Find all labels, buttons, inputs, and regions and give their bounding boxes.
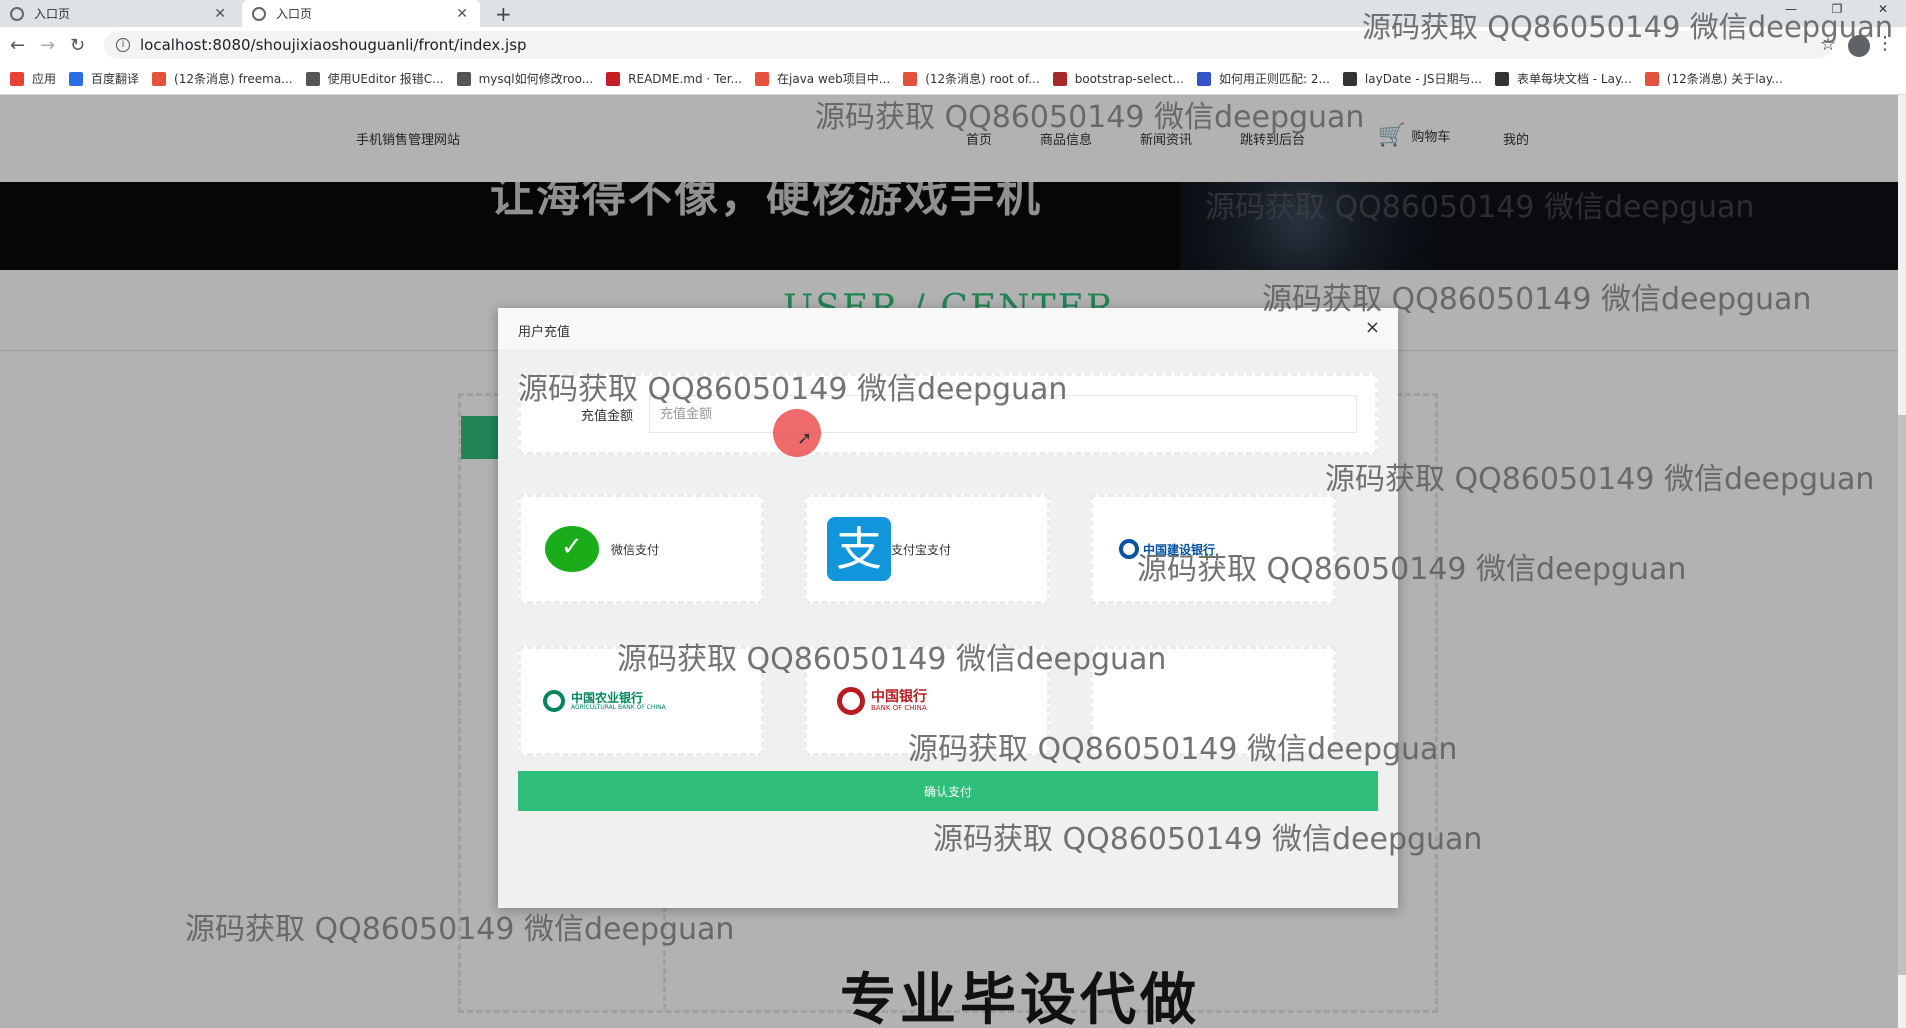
bookmark-favicon-icon (456, 71, 471, 86)
bookmark-item[interactable]: 使用UEditor 报错C... (305, 70, 444, 87)
boc-mark-icon (837, 687, 865, 715)
bookmark-favicon-icon (755, 71, 769, 86)
globe-icon (252, 6, 266, 21)
confirm-pay-button[interactable]: 确认支付 (518, 771, 1378, 811)
watermark: 源码获取 QQ86050149 微信deepguan (815, 100, 1365, 135)
bookmark-favicon-icon (10, 71, 24, 86)
bookmark-label: 如何用正则匹配: 2... (1218, 72, 1330, 86)
scrollbar[interactable] (1898, 95, 1906, 1028)
bookmark-label: layDate - JS日期与... (1364, 72, 1482, 86)
abc-logo-subtext: AGRICULTURAL BANK OF CHINA (571, 703, 666, 711)
watermark: 源码获取 QQ86050149 微信deepguan (908, 732, 1458, 767)
bookmark-item[interactable]: bootstrap-select... (1052, 71, 1184, 86)
boc-logo-text: 中国银行 (871, 689, 927, 705)
watermark: 源码获取 QQ86050149 微信deepguan (518, 372, 1068, 407)
watermark: 源码获取 QQ86050149 微信deepguan (1137, 552, 1687, 587)
bookmark-item[interactable]: README.md · Ter... (606, 71, 742, 86)
bookmark-label: (12条消息) freema... (174, 72, 293, 86)
bookmark-label: 在java web项目中... (777, 72, 891, 86)
new-tab-button[interactable]: + (495, 2, 512, 26)
bookmark-label: mysql如何修改roo... (478, 72, 594, 86)
bookmark-favicon-icon (606, 71, 621, 86)
bookmark-label: (12条消息) 关于lay... (1666, 72, 1783, 86)
watermark: 源码获取 QQ86050149 微信deepguan (185, 912, 735, 947)
bookmark-item[interactable]: (12条消息) 关于lay... (1644, 70, 1783, 87)
bookmark-item[interactable]: (12条消息) root of... (903, 70, 1040, 87)
boc-logo: 中国银行 BANK OF CHINA (837, 687, 927, 715)
bookmark-label: 使用UEditor 报错C... (327, 72, 444, 86)
reload-icon[interactable]: ↻ (70, 35, 85, 56)
bookmark-label: 应用 (32, 72, 57, 86)
url-text: localhost:8080/shoujixiaoshouguanli/fron… (140, 36, 527, 54)
bookmark-favicon-icon (152, 71, 167, 86)
info-icon[interactable]: i (116, 38, 130, 52)
bookmarks-bar: 应用 百度翻译 (12条消息) freema... 使用UEditor 报错C... m… (0, 63, 1906, 95)
bookmark-favicon-icon (1342, 71, 1357, 86)
bookmark-item[interactable]: 百度翻译 (69, 70, 139, 87)
tab-label: 入口页 (276, 7, 313, 21)
abc-mark-icon (543, 690, 565, 712)
bookmark-favicon-icon (305, 71, 320, 86)
promo-caption: 专业毕设代做 (840, 968, 1200, 1028)
alipay-icon: 支 (827, 517, 891, 581)
bookmark-item[interactable]: (12条消息) freema... (152, 70, 293, 87)
bookmark-favicon-icon (1052, 71, 1067, 86)
bookmark-item[interactable]: mysql如何修改roo... (456, 70, 594, 87)
bookmark-label: README.md · Ter... (628, 71, 742, 86)
watermark: 源码获取 QQ86050149 微信deepguan (617, 642, 1167, 677)
globe-icon (10, 6, 24, 21)
bookmark-item[interactable]: 在java web项目中... (755, 70, 890, 87)
ccb-mark-icon (1119, 539, 1139, 559)
wechat-pay-icon (545, 526, 599, 572)
watermark: 源码获取 QQ86050149 微信deepguan (1362, 10, 1894, 44)
cursor-icon: ➚ (797, 428, 813, 449)
pay-option-label: 微信支付 (611, 542, 660, 557)
browser-tab-active[interactable]: 入口页 ✕ (242, 0, 480, 27)
pay-option-alipay[interactable]: 支 支付宝支付 (804, 494, 1050, 604)
bookmark-label: bootstrap-select... (1074, 71, 1184, 86)
abc-logo: 中国农业银行 AGRICULTURAL BANK OF CHINA (543, 690, 666, 712)
tab-label: 入口页 (34, 7, 71, 21)
pay-option-label: 支付宝支付 (891, 542, 952, 557)
bookmark-favicon-icon (69, 71, 84, 86)
browser-tab[interactable]: 入口页 ✕ (0, 0, 238, 27)
bookmark-favicon-icon (1494, 71, 1509, 86)
close-icon[interactable]: ✕ (214, 6, 226, 22)
abc-logo-text: 中国农业银行 (571, 690, 644, 705)
dialog-title: 用户充值 (518, 325, 571, 340)
bookmark-favicon-icon (903, 71, 918, 86)
bookmark-item[interactable]: 应用 (10, 70, 56, 87)
pay-option-wechat[interactable]: 微信支付 (518, 494, 764, 604)
bookmark-label: 表单每块文档 - Lay... (1516, 72, 1632, 86)
watermark: 源码获取 QQ86050149 微信deepguan (1205, 190, 1755, 225)
bookmark-favicon-icon (1644, 71, 1659, 86)
back-icon[interactable]: ← (10, 35, 25, 56)
close-icon[interactable]: × (1365, 317, 1380, 338)
boc-logo-subtext: BANK OF CHINA (871, 704, 927, 712)
forward-icon[interactable]: → (40, 35, 55, 56)
bookmark-label: (12条消息) root of... (925, 72, 1040, 86)
bookmark-item[interactable]: layDate - JS日期与... (1342, 70, 1482, 87)
scrollbar-thumb[interactable] (1898, 415, 1906, 975)
bookmark-label: 百度翻译 (91, 72, 140, 86)
bookmark-item[interactable]: 表单每块文档 - Lay... (1494, 70, 1632, 87)
close-icon[interactable]: ✕ (456, 6, 468, 22)
watermark: 源码获取 QQ86050149 微信deepguan (933, 822, 1483, 857)
bookmark-favicon-icon (1196, 71, 1211, 86)
watermark: 源码获取 QQ86050149 微信deepguan (1262, 282, 1812, 317)
watermark: 源码获取 QQ86050149 微信deepguan (1325, 462, 1875, 497)
bookmark-item[interactable]: 如何用正则匹配: 2... (1196, 70, 1330, 87)
